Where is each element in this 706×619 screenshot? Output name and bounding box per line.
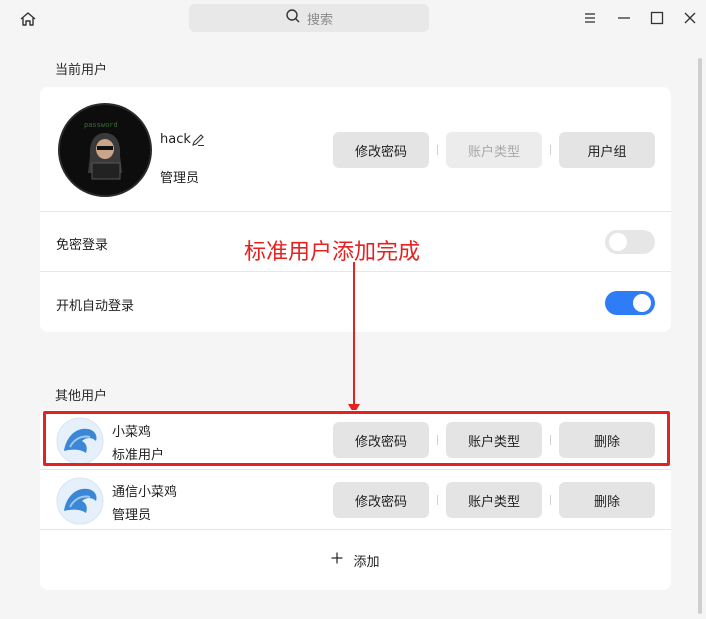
home-icon[interactable] [17, 8, 39, 30]
other-users-title: 其他用户 [55, 389, 108, 404]
scrollbar[interactable] [698, 58, 702, 614]
divider [40, 211, 671, 212]
annotation-text: 标准用户添加完成 [244, 240, 421, 265]
user-name: 通信小菜鸡 [112, 485, 178, 500]
maximize-icon[interactable] [647, 8, 667, 28]
user-group-button[interactable]: 用户组 [559, 132, 655, 168]
title-bar: 搜索 [0, 0, 706, 38]
button-separator [437, 495, 438, 505]
edit-icon[interactable] [191, 132, 205, 151]
divider [40, 271, 671, 272]
current-user-role: 管理员 [160, 171, 200, 186]
highlight-box [43, 411, 670, 466]
passwordless-login-label: 免密登录 [56, 238, 109, 253]
search-icon [285, 8, 301, 28]
delete-button[interactable]: 删除 [559, 482, 655, 518]
avatar[interactable] [56, 477, 104, 525]
current-user-title: 当前用户 [55, 63, 108, 78]
change-password-button[interactable]: 修改密码 [333, 132, 429, 168]
auto-login-toggle[interactable] [605, 291, 655, 315]
search-placeholder: 搜索 [306, 12, 333, 28]
add-user-button[interactable]: 添加 [40, 530, 671, 590]
button-separator [550, 495, 551, 505]
button-separator [550, 145, 551, 155]
search-input[interactable]: 搜索 [189, 4, 429, 32]
menu-icon[interactable] [580, 8, 600, 28]
plus-icon [331, 552, 343, 568]
close-icon[interactable] [680, 8, 700, 28]
button-separator [437, 145, 438, 155]
annotation-arrow [353, 262, 355, 406]
divider [40, 469, 671, 470]
add-user-label: 添加 [353, 554, 380, 570]
auto-login-label: 开机自动登录 [56, 299, 135, 314]
user-role: 管理员 [112, 508, 152, 523]
account-type-button[interactable]: 账户类型 [446, 132, 542, 168]
change-password-button[interactable]: 修改密码 [333, 482, 429, 518]
avatar[interactable]: password [58, 103, 152, 197]
account-type-button[interactable]: 账户类型 [446, 482, 542, 518]
minimize-icon[interactable] [614, 8, 634, 28]
current-user-name: hack [160, 132, 191, 147]
passwordless-login-toggle[interactable] [605, 230, 655, 254]
svg-text:password: password [84, 121, 118, 129]
